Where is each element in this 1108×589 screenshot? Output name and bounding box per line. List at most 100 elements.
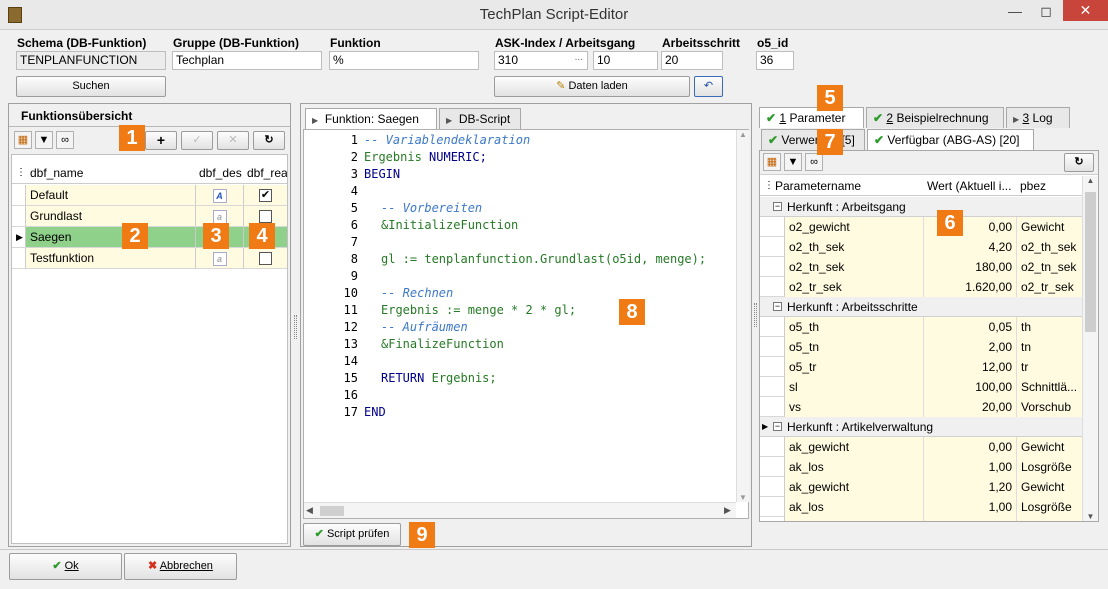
collapse-icon[interactable]: − <box>773 422 782 431</box>
cell-dbf-name[interactable]: Testfunktion <box>25 248 195 268</box>
tab-log[interactable]: ▶ 3 Log <box>1006 107 1070 128</box>
cell-dbf-name[interactable]: Grundlast <box>25 206 195 226</box>
cell-wert[interactable]: 12,00 <box>923 357 1016 377</box>
scroll-thumb[interactable] <box>320 506 344 516</box>
parameter-row[interactable]: ak_gewicht0,00Gewicht <box>760 517 1082 521</box>
parameter-row[interactable]: ak_gewicht0,00Gewicht <box>760 437 1082 457</box>
cell-pbez[interactable]: Gewicht <box>1016 217 1082 237</box>
tab-db-script[interactable]: ▶ DB-Script <box>439 108 521 129</box>
cell-dbf-rea[interactable]: ✔ <box>243 185 287 205</box>
maximize-button[interactable]: ◻ <box>1031 0 1061 22</box>
parameter-row[interactable]: o5_tn 2,00 tn <box>760 337 1082 357</box>
schema-field[interactable]: TENPLANFUNCTION <box>16 51 166 70</box>
table-row[interactable]: Grundlast a <box>12 206 287 227</box>
ok-button[interactable]: ✔ Ok <box>9 553 122 580</box>
refresh-button[interactable]: ↻ <box>253 131 285 150</box>
gruppe-field[interactable]: Techplan <box>172 51 322 70</box>
scroll-down-icon[interactable]: ▼ <box>1083 512 1098 521</box>
checkbox[interactable]: ✔ <box>259 189 272 203</box>
cell-pbez[interactable]: tn <box>1016 337 1082 357</box>
col-wert[interactable]: Wert (Aktuell i... <box>923 176 1018 196</box>
undo-button[interactable]: ↶ <box>694 76 723 97</box>
cell-wert[interactable]: 100,00 <box>923 377 1016 397</box>
col-pbez[interactable]: pbez <box>1016 176 1082 196</box>
cell-pbez[interactable]: Schnittlä... <box>1016 377 1082 397</box>
scroll-thumb[interactable] <box>1085 192 1096 332</box>
cell-pbez[interactable]: o2_tr_sek <box>1016 277 1082 297</box>
script-pruefen-button[interactable]: ✔ Script prüfen <box>303 523 401 546</box>
parameter-row[interactable]: ak_gewicht 1,20 Gewicht <box>760 477 1082 497</box>
add-button[interactable]: + <box>145 131 177 150</box>
ask-field[interactable]: 310 ... <box>494 51 588 70</box>
arbeitsschritt-field[interactable]: 20 <box>661 51 723 70</box>
cell-parametername[interactable]: ak_los <box>785 497 923 517</box>
cell-pbez[interactable]: o2_th_sek <box>1016 237 1082 257</box>
cell-pbez[interactable]: Gewicht <box>1016 477 1082 497</box>
cell-parametername[interactable]: o2_gewicht <box>785 217 923 237</box>
cell-dbf-rea[interactable] <box>243 248 287 268</box>
tab-parameter[interactable]: ✔ 1 Parameter <box>759 107 864 128</box>
checkbox[interactable] <box>259 252 272 266</box>
cell-dbf-name[interactable]: Saegen <box>25 227 195 247</box>
arbeitsgang-field[interactable]: 10 <box>593 51 658 70</box>
cell-parametername[interactable]: ak_gewicht <box>785 517 923 521</box>
daten-laden-button[interactable]: ✎ Daten laden <box>494 76 690 97</box>
code-text[interactable]: -- Variablendeklaration Ergebnis NUMERIC… <box>364 133 744 422</box>
collapse-icon[interactable]: − <box>773 302 782 311</box>
cell-pbez[interactable]: Gewicht <box>1016 437 1082 457</box>
cell-wert[interactable]: 0,05 <box>923 317 1016 337</box>
cell-wert[interactable]: 20,00 <box>923 397 1016 417</box>
cell-dbf-des[interactable]: A <box>195 185 243 205</box>
cell-parametername[interactable]: ak_gewicht <box>785 437 923 457</box>
cell-pbez[interactable]: o2_tn_sek <box>1016 257 1082 277</box>
col-dbf-rea[interactable]: dbf_rea <box>243 163 287 183</box>
glasses-icon[interactable]: ∞ <box>56 131 74 149</box>
parameter-row[interactable]: ak_los 1,00 Losgröße <box>760 457 1082 477</box>
cell-parametername[interactable]: o5_th <box>785 317 923 337</box>
parameter-row[interactable]: o2_gewicht 0,00 Gewicht <box>760 217 1082 237</box>
horizontal-scrollbar[interactable]: ◀ ▶ <box>304 502 736 518</box>
group-header[interactable]: − Herkunft : Arbeitsschritte <box>760 297 1082 317</box>
cell-wert[interactable]: 0,00 <box>923 437 1016 457</box>
funktion-field[interactable]: % <box>329 51 479 70</box>
parameter-row[interactable]: o5_th 0,05 th <box>760 317 1082 337</box>
o5id-field[interactable]: 36 <box>756 51 794 70</box>
group-header[interactable]: − Herkunft : Arbeitsgang <box>760 197 1082 217</box>
cell-parametername[interactable]: o5_tn <box>785 337 923 357</box>
cell-pbez[interactable]: Vorschub <box>1016 397 1082 417</box>
checkbox[interactable] <box>259 210 272 224</box>
scroll-up-icon[interactable]: ▲ <box>1083 176 1098 185</box>
parameter-row[interactable]: o5_tr 12,00 tr <box>760 357 1082 377</box>
cell-pbez[interactable]: Gewicht <box>1016 517 1082 521</box>
cell-wert[interactable]: 1,20 <box>923 477 1016 497</box>
cell-parametername[interactable]: o5_tr <box>785 357 923 377</box>
cell-wert[interactable]: 0,00 <box>923 517 1016 521</box>
col-dbf-name[interactable]: dbf_name <box>26 163 196 183</box>
grid-view-icon[interactable]: ▦ <box>14 131 32 149</box>
cell-wert[interactable]: 1,00 <box>923 497 1016 517</box>
edit-button[interactable]: ✓ <box>181 131 213 150</box>
collapse-icon[interactable]: − <box>773 202 782 211</box>
cell-parametername[interactable]: vs <box>785 397 923 417</box>
abbrechen-button[interactable]: ✖ Abbrechen <box>124 553 237 580</box>
scroll-left-icon[interactable]: ◀ <box>306 505 313 516</box>
glasses-icon[interactable]: ∞ <box>805 153 823 171</box>
scroll-right-icon[interactable]: ▶ <box>724 505 731 516</box>
right-splitter[interactable] <box>754 303 757 327</box>
ask-lookup-button[interactable]: ... <box>575 52 583 66</box>
cell-wert[interactable]: 180,00 <box>923 257 1016 277</box>
parameter-row[interactable]: o2_tn_sek 180,00 o2_tn_sek <box>760 257 1082 277</box>
parameter-row[interactable]: ak_los 1,00 Losgröße <box>760 497 1082 517</box>
grid-view-icon[interactable]: ▦ <box>763 153 781 171</box>
cell-wert[interactable]: 4,20 <box>923 237 1016 257</box>
cell-parametername[interactable]: ak_los <box>785 457 923 477</box>
delete-button[interactable]: ✕ <box>217 131 249 150</box>
col-dbf-des[interactable]: dbf_des <box>195 163 243 183</box>
code-editor[interactable]: 1 2 3 4 5 6 7 8 9 10 11 12 13 14 15 16 17 -- Variablende… <box>303 129 749 519</box>
cell-pbez[interactable]: Losgröße <box>1016 457 1082 477</box>
cell-pbez[interactable]: Losgröße <box>1016 497 1082 517</box>
scroll-up-icon[interactable]: ▲ <box>737 130 749 139</box>
cell-wert[interactable]: 2,00 <box>923 337 1016 357</box>
suchen-button[interactable]: Suchen <box>16 76 166 97</box>
scroll-down-icon[interactable]: ▼ <box>737 493 749 502</box>
